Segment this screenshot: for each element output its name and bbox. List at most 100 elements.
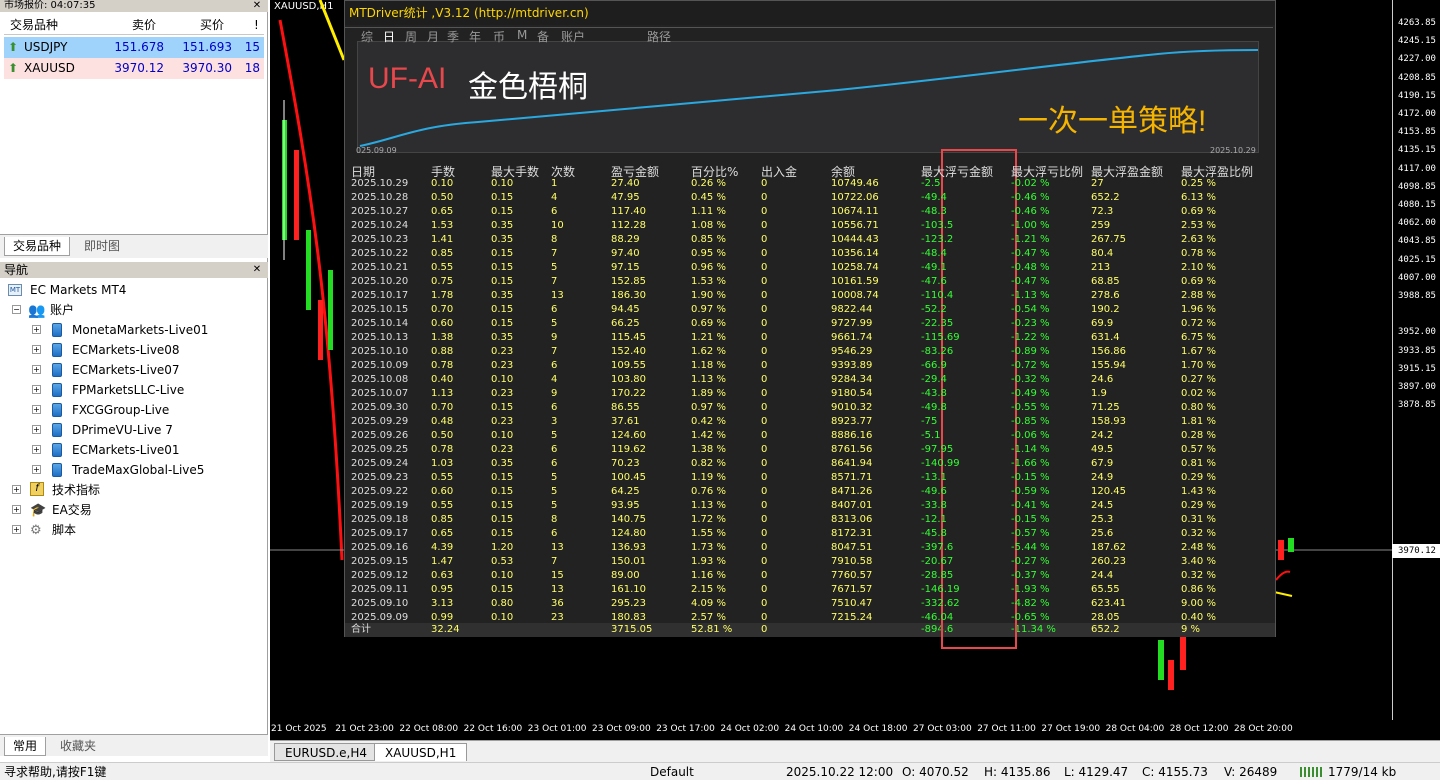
table-cell: 49.5 xyxy=(1091,444,1114,455)
table-cell: 7 xyxy=(551,556,558,567)
table-cell: -49.1 xyxy=(921,262,947,273)
table-cell: 65.55 xyxy=(1091,584,1120,595)
expand-icon[interactable]: + xyxy=(32,385,41,394)
account-label: FXCGGroup-Live xyxy=(72,403,170,417)
mtdriver-stats-window[interactable]: MTDriver统计 ,V3.12 (http://mtdriver.cn) U… xyxy=(344,0,1276,649)
period-tab[interactable]: 日 xyxy=(383,28,395,45)
expand-icon[interactable]: + xyxy=(12,505,21,514)
table-cell: -83.26 xyxy=(921,346,954,357)
total-cell: -11.34 % xyxy=(1011,624,1056,635)
table-cell: 0.10 xyxy=(491,430,514,441)
table-cell: 2025.10.23 xyxy=(351,234,409,245)
total-cell: -894.6 xyxy=(921,624,954,635)
table-cell: 152.40 xyxy=(611,346,646,357)
table-cell: 0.15 xyxy=(491,248,514,259)
tab-symbols[interactable]: 交易品种 xyxy=(4,237,71,256)
table-cell: 8 xyxy=(551,234,558,245)
table-cell: 10444.43 xyxy=(831,234,879,245)
close-icon[interactable]: ✕ xyxy=(251,0,263,12)
table-cell: 0.15 xyxy=(491,192,514,203)
table-cell: -49.8 xyxy=(921,402,947,413)
price-tick: 3933.85 xyxy=(1398,345,1436,356)
table-cell: 0.78 xyxy=(431,444,454,455)
status-profile[interactable]: Default xyxy=(650,763,694,781)
collapse-icon[interactable]: − xyxy=(12,305,21,314)
table-cell: 9822.44 xyxy=(831,304,873,315)
total-cell: 652.2 xyxy=(1091,624,1120,635)
table-cell: 187.62 xyxy=(1091,542,1126,553)
table-cell: -0.85 % xyxy=(1011,416,1050,427)
table-cell: -45.8 xyxy=(921,528,947,539)
table-cell: 152.85 xyxy=(611,276,646,287)
accounts-folder-icon: 👥 xyxy=(28,303,46,319)
expand-icon[interactable]: + xyxy=(32,345,41,354)
col-ask[interactable]: 买价 xyxy=(200,15,224,35)
expand-icon[interactable]: + xyxy=(32,325,41,334)
market-symbol: USDJPY xyxy=(24,40,68,54)
tab-favorites[interactable]: 收藏夹 xyxy=(52,737,104,756)
market-row[interactable]: ⬆ XAUUSD 3970.12 3970.30 18 xyxy=(4,58,264,79)
price-tick: 4190.15 xyxy=(1398,90,1436,101)
time-tick: 23 Oct 17:00 xyxy=(656,724,715,734)
tab-eurusd-chart[interactable]: EURUSD.e,H4 xyxy=(274,743,379,761)
table-cell: 5 xyxy=(551,500,558,511)
expand-icon[interactable]: + xyxy=(12,525,21,534)
col-bid[interactable]: 卖价 xyxy=(132,15,156,35)
period-tab[interactable]: 年 xyxy=(469,28,481,45)
table-cell: 27 xyxy=(1091,178,1104,189)
table-cell: 10749.46 xyxy=(831,178,879,189)
period-tab[interactable]: 综 xyxy=(361,28,373,45)
table-cell: 23 xyxy=(551,612,564,623)
table-cell: 2025.10.21 xyxy=(351,262,409,273)
window-title: MTDriver统计 ,V3.12 (http://mtdriver.cn) xyxy=(345,1,1275,25)
table-cell: 0.69 % xyxy=(1181,276,1216,287)
period-tab[interactable]: 账户 xyxy=(561,28,585,45)
table-cell: 25.3 xyxy=(1091,514,1114,525)
col-symbol[interactable]: 交易品种 xyxy=(10,15,58,35)
expand-icon[interactable]: + xyxy=(12,485,21,494)
tab-tick-chart[interactable]: 即时图 xyxy=(76,237,128,256)
period-tab[interactable]: 路径 xyxy=(647,28,671,45)
table-cell: 0 xyxy=(761,542,768,553)
equity-curve xyxy=(359,49,1259,147)
table-cell: -52.2 xyxy=(921,304,947,315)
tab-common[interactable]: 常用 xyxy=(4,737,47,756)
table-cell: 0.15 xyxy=(491,472,514,483)
table-cell: -332.62 xyxy=(921,598,960,609)
table-cell: 0.23 xyxy=(491,444,514,455)
period-tab[interactable]: 季 xyxy=(447,28,459,45)
period-tab[interactable]: 月 xyxy=(427,28,439,45)
period-tab[interactable]: M xyxy=(517,28,527,42)
time-tick: 23 Oct 01:00 xyxy=(527,724,587,734)
equity-curve-panel: UF-AI 金色梧桐 一次一单策略! 025.09.09 2025.10.29 xyxy=(356,41,1259,155)
table-row: 2025.10.14 0.60 0.15 5 66.25 0.69 % 0 9727.99 -2… xyxy=(345,317,1275,331)
expand-icon[interactable]: + xyxy=(32,405,41,414)
price-axis[interactable] xyxy=(1392,0,1440,720)
expand-icon[interactable]: + xyxy=(32,445,41,454)
table-cell: -46.04 xyxy=(921,612,954,623)
total-cell: 32.24 xyxy=(431,624,460,635)
expand-icon[interactable]: + xyxy=(32,425,41,434)
time-tick: 21 Oct 23:00 xyxy=(335,724,394,734)
table-cell: 7 xyxy=(551,276,558,287)
table-cell: 93.95 xyxy=(611,500,640,511)
price-tick: 4025.15 xyxy=(1398,254,1436,265)
table-row: 2025.09.18 0.85 0.15 8 140.75 1.72 % 0 8313.06 -… xyxy=(345,513,1275,527)
period-tab[interactable]: 币 xyxy=(493,28,505,45)
table-cell: 0 xyxy=(761,556,768,567)
table-cell: 24.6 xyxy=(1091,374,1114,385)
market-row[interactable]: ⬆ USDJPY 151.678 151.693 15 xyxy=(4,37,264,58)
tab-xauusd-chart[interactable]: XAUUSD,H1 xyxy=(374,743,468,761)
col-spread[interactable]: ! xyxy=(254,15,259,35)
period-tab[interactable]: 周 xyxy=(405,28,417,45)
expand-icon[interactable]: + xyxy=(32,365,41,374)
close-icon[interactable]: ✕ xyxy=(251,264,263,276)
table-cell: 136.93 xyxy=(611,542,646,553)
table-cell: 3.13 xyxy=(431,598,454,609)
table-cell: 10 xyxy=(551,220,564,231)
period-tab[interactable]: 备 xyxy=(537,28,549,45)
table-cell: 0.60 xyxy=(431,486,454,497)
expand-icon[interactable]: + xyxy=(32,465,41,474)
price-tick: 4153.85 xyxy=(1398,127,1436,138)
table-cell: 4 xyxy=(551,374,558,385)
